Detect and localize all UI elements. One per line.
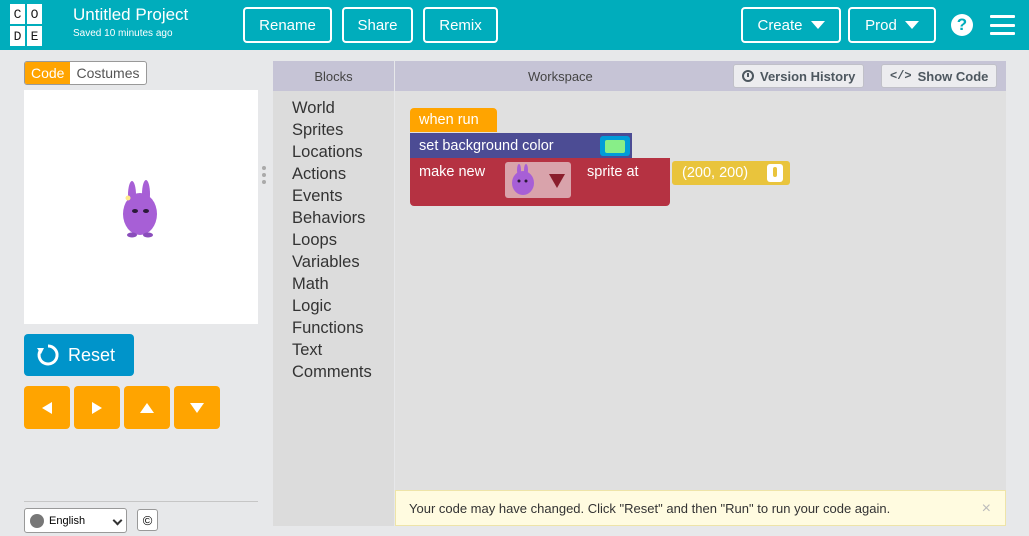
- game-stage[interactable]: [24, 90, 258, 324]
- toolbox-category-behaviors[interactable]: Behaviors: [292, 207, 394, 229]
- left-arrow-icon: [42, 401, 52, 414]
- bunny-sprite-icon: [123, 180, 157, 238]
- workspace-title: Workspace: [528, 69, 593, 84]
- logo-letter-e: E: [27, 26, 42, 46]
- language-select[interactable]: English: [24, 508, 127, 533]
- code-changed-notice: Your code may have changed. Click "Reset…: [395, 490, 1006, 526]
- rename-label: Rename: [259, 16, 316, 34]
- block-toolbox: World Sprites Locations Actions Events B…: [273, 91, 394, 526]
- up-arrow-button[interactable]: [124, 386, 170, 429]
- color-swatch: [605, 139, 625, 153]
- language-value: English: [49, 514, 86, 527]
- set-background-color-block[interactable]: set background color: [410, 133, 632, 158]
- right-arrow-button[interactable]: [74, 386, 120, 429]
- panel-resize-handle[interactable]: [262, 166, 266, 184]
- clock-icon: [742, 70, 754, 82]
- workspace-header: Workspace Version History </> Show Code: [395, 61, 1006, 91]
- location-block[interactable]: (200, 200): [672, 161, 790, 185]
- copyright-button[interactable]: ©: [137, 509, 158, 531]
- color-picker-field[interactable]: [600, 136, 630, 156]
- notice-text: Your code may have changed. Click "Reset…: [409, 500, 891, 516]
- logo-letter-c: C: [10, 4, 25, 24]
- footer-divider: [24, 501, 258, 502]
- toolbox-category-comments[interactable]: Comments: [292, 361, 394, 383]
- refresh-icon: [37, 344, 59, 366]
- caret-down-icon: [549, 174, 565, 188]
- show-code-label: Show Code: [917, 68, 989, 84]
- tab-code[interactable]: Code: [25, 62, 71, 84]
- sprite-at-label: sprite at: [587, 164, 639, 180]
- saved-status: Saved 10 minutes ago: [73, 28, 173, 39]
- create-dropdown[interactable]: Create: [741, 7, 841, 43]
- make-new-label: make new: [419, 164, 486, 180]
- version-history-label: Version History: [760, 68, 856, 84]
- bunny-sprite-icon: [512, 164, 534, 195]
- logo-letter-d: D: [10, 26, 25, 46]
- toolbox-category-functions[interactable]: Functions: [292, 317, 394, 339]
- toolbox-category-loops[interactable]: Loops: [292, 229, 394, 251]
- code-org-logo[interactable]: C O D E: [10, 4, 59, 46]
- caret-down-icon: [904, 21, 919, 29]
- prod-label: Prod: [865, 16, 897, 34]
- version-history-button[interactable]: Version History: [733, 64, 865, 88]
- share-button[interactable]: Share: [342, 7, 413, 43]
- set-background-label: set background color: [419, 137, 554, 154]
- code-costumes-toggle: Code Costumes: [24, 61, 147, 85]
- toolbox-category-actions[interactable]: Actions: [292, 163, 394, 185]
- close-icon[interactable]: ×: [982, 500, 991, 518]
- down-arrow-button[interactable]: [174, 386, 220, 429]
- blocks-header: Blocks: [273, 61, 394, 91]
- toolbox-category-text[interactable]: Text: [292, 339, 394, 361]
- show-code-button[interactable]: </> Show Code: [881, 64, 998, 88]
- toolbox-category-logic[interactable]: Logic: [292, 295, 394, 317]
- up-arrow-icon: [140, 402, 154, 413]
- toolbox-category-events[interactable]: Events: [292, 185, 394, 207]
- tab-costumes[interactable]: Costumes: [70, 62, 145, 84]
- toolbox-category-world[interactable]: World: [292, 97, 394, 119]
- help-icon[interactable]: ?: [951, 14, 973, 36]
- logo-gap: [44, 4, 59, 24]
- when-run-label: when run: [419, 112, 479, 128]
- reset-button[interactable]: Reset: [24, 334, 134, 376]
- chevron-down-icon: [112, 515, 123, 526]
- create-label: Create: [757, 16, 803, 34]
- toolbox-category-sprites[interactable]: Sprites: [292, 119, 394, 141]
- location-picker-icon[interactable]: [767, 164, 783, 182]
- project-title: Untitled Project: [73, 5, 189, 24]
- right-arrow-icon: [92, 401, 102, 414]
- left-arrow-button[interactable]: [24, 386, 70, 429]
- globe-icon: [30, 513, 44, 528]
- remix-button[interactable]: Remix: [423, 7, 498, 43]
- reset-label: Reset: [68, 344, 116, 365]
- toolbox-category-math[interactable]: Math: [292, 273, 394, 295]
- location-value: (200, 200): [682, 165, 749, 181]
- hamburger-menu-icon[interactable]: [990, 15, 1015, 35]
- top-bar: C O D E Untitled Project Saved 10 minute…: [0, 0, 1029, 50]
- remix-label: Remix: [439, 16, 482, 34]
- prod-dropdown[interactable]: Prod: [848, 7, 936, 43]
- logo-gap: [44, 26, 59, 46]
- share-label: Share: [357, 16, 398, 34]
- toolbox-category-variables[interactable]: Variables: [292, 251, 394, 273]
- sprite-costume-dropdown[interactable]: [505, 162, 571, 198]
- logo-letter-o: O: [27, 4, 42, 24]
- code-icon: </>: [890, 69, 912, 83]
- caret-down-icon: [810, 21, 825, 29]
- rename-button[interactable]: Rename: [243, 7, 332, 43]
- toolbox-category-locations[interactable]: Locations: [292, 141, 394, 163]
- when-run-block[interactable]: when run: [410, 108, 497, 132]
- down-arrow-icon: [190, 402, 204, 413]
